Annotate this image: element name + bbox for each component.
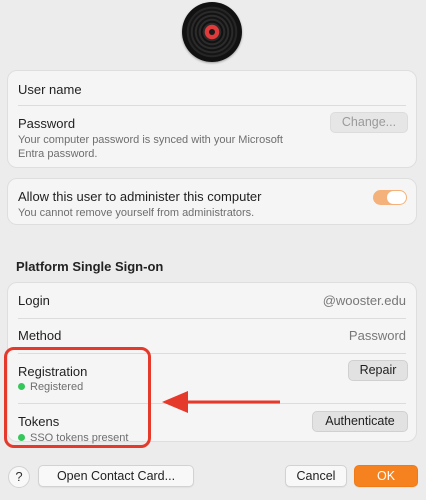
admin-toggle[interactable] (373, 190, 407, 205)
open-contact-card-button[interactable]: Open Contact Card... (38, 465, 194, 487)
authenticate-button[interactable]: Authenticate (312, 411, 408, 432)
highlight-box (4, 347, 151, 448)
admin-label: Allow this user to administer this compu… (18, 189, 262, 204)
separator (18, 105, 406, 106)
password-note: Your computer password is synced with yo… (18, 134, 283, 160)
separator (18, 318, 406, 319)
admin-card: Allow this user to administer this compu… (7, 178, 417, 225)
sso-section-title: Platform Single Sign-on (16, 259, 164, 274)
repair-button[interactable]: Repair (348, 360, 408, 381)
arrow-left-icon (162, 391, 280, 413)
method-value: Password (348, 328, 406, 343)
admin-note: You cannot remove yourself from administ… (18, 207, 255, 219)
login-value: @wooster.edu (322, 293, 406, 308)
method-label: Method (18, 328, 62, 343)
password-label: Password (18, 116, 76, 131)
change-password-button[interactable]: Change... (330, 112, 408, 133)
toggle-knob (387, 191, 406, 204)
user-avatar[interactable] (182, 2, 242, 62)
login-label: Login (18, 293, 50, 308)
ok-button[interactable]: OK (354, 465, 418, 487)
user-card: User name Password Your computer passwor… (7, 70, 417, 168)
cancel-button[interactable]: Cancel (285, 465, 347, 487)
username-label: User name (18, 82, 82, 97)
help-button[interactable]: ? (8, 466, 30, 488)
